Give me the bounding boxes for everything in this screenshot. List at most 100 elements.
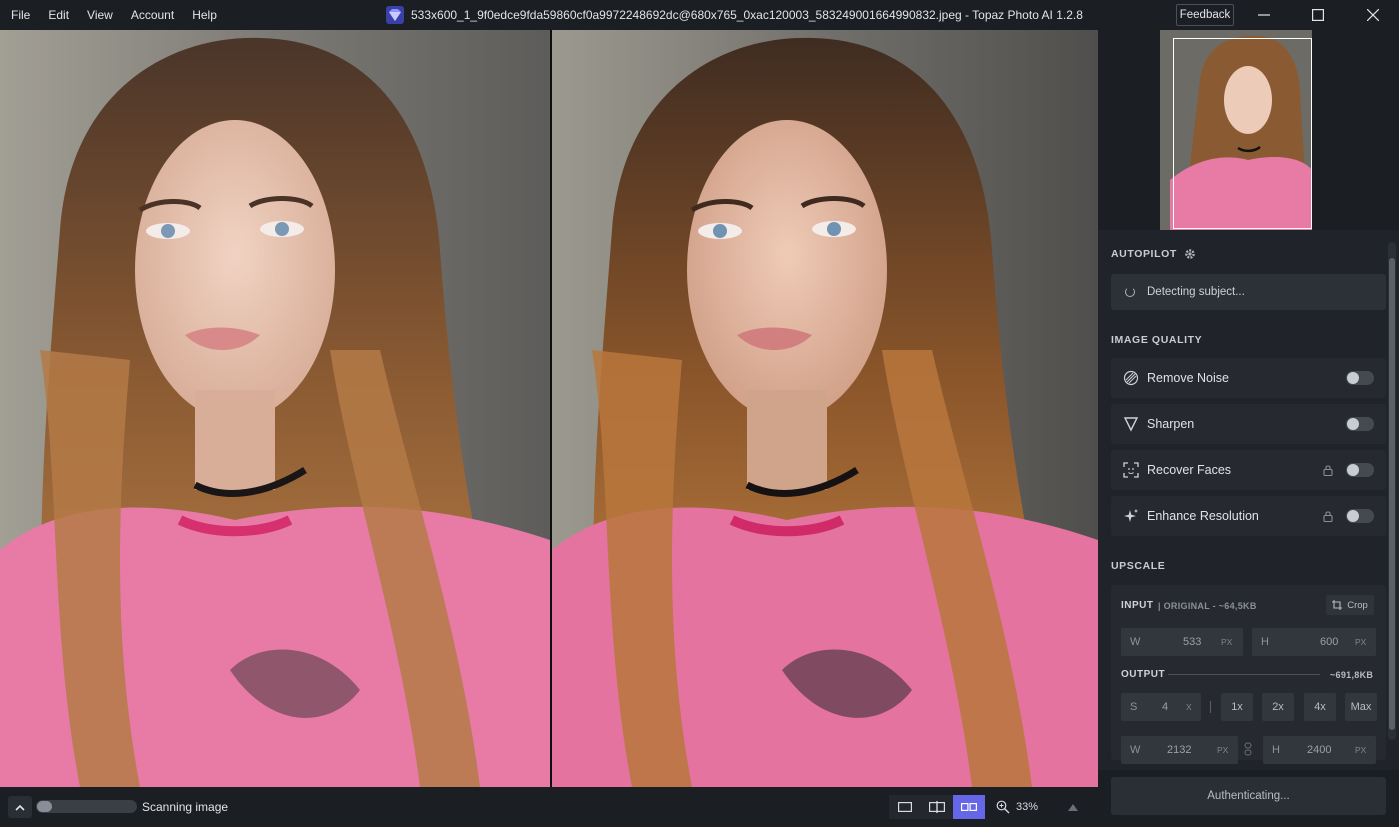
recover-faces-icon — [1123, 462, 1139, 478]
feature-label: Sharpen — [1147, 417, 1195, 431]
output-height-value: 2400 — [1307, 744, 1332, 756]
autopilot-label: AUTOPILOT — [1111, 248, 1177, 260]
input-width-field[interactable]: W 533 PX — [1121, 628, 1243, 656]
crop-button[interactable]: Crop — [1326, 595, 1374, 615]
menu-bar: File Edit View Account Help — [0, 0, 226, 30]
preset-2x-button[interactable]: 2x — [1262, 693, 1294, 721]
output-label: OUTPUT — [1121, 669, 1166, 680]
recover-faces-toggle[interactable] — [1346, 463, 1374, 477]
autopilot-status-text: Detecting subject... — [1147, 286, 1245, 298]
single-view-button[interactable] — [889, 795, 921, 819]
minimize-icon — [1258, 14, 1270, 16]
input-label: INPUT — [1121, 600, 1154, 611]
title-bar: File Edit View Account Help 533x600_1_9f… — [0, 0, 1399, 30]
navigator[interactable] — [1098, 30, 1399, 230]
single-view-icon — [898, 802, 912, 812]
feedback-button[interactable]: Feedback — [1176, 4, 1234, 26]
sharpen-toggle[interactable] — [1346, 417, 1374, 431]
menu-help[interactable]: Help — [183, 0, 226, 30]
menu-view[interactable]: View — [78, 0, 122, 30]
navigator-viewport-frame[interactable] — [1173, 38, 1312, 229]
maximize-icon — [1312, 9, 1324, 21]
scale-field[interactable]: S 4 X — [1121, 693, 1201, 721]
panel-scroll-area[interactable]: AUTOPILOT Detecting subject... IMAGE QUA… — [1098, 230, 1399, 770]
split-view-icon — [929, 801, 945, 813]
expand-button[interactable] — [8, 796, 32, 818]
upscale-settings: INPUT | ORIGINAL - ~64,5KB Crop W 533 PX… — [1111, 585, 1386, 764]
portrait-processed-image — [552, 30, 1098, 787]
split-view-button[interactable] — [921, 795, 953, 819]
input-width-value: 533 — [1183, 636, 1202, 648]
lock-icon — [1323, 511, 1333, 522]
maximize-button[interactable] — [1295, 0, 1341, 30]
input-height-prefix: H — [1261, 636, 1269, 648]
scan-status-text: Scanning image — [142, 800, 229, 814]
feature-label: Remove Noise — [1147, 371, 1229, 385]
menu-edit[interactable]: Edit — [39, 0, 78, 30]
status-bar: Scanning image 33% — [0, 787, 1098, 827]
original-preview[interactable] — [0, 30, 550, 787]
settings-panel: AUTOPILOT Detecting subject... IMAGE QUA… — [1098, 30, 1399, 827]
authenticating-button[interactable]: Authenticating... — [1111, 777, 1386, 815]
caret-up-icon[interactable] — [1068, 803, 1079, 811]
scale-prefix: S — [1130, 701, 1138, 713]
preset-1x-button[interactable]: 1x — [1221, 693, 1253, 721]
enhance-resolution-toggle[interactable] — [1346, 509, 1374, 523]
chevron-up-icon — [15, 804, 25, 811]
menu-account[interactable]: Account — [122, 0, 183, 30]
feature-label: Enhance Resolution — [1147, 509, 1259, 523]
input-width-prefix: W — [1130, 636, 1141, 648]
input-height-field[interactable]: H 600 PX — [1252, 628, 1376, 656]
feature-label: Recover Faces — [1147, 463, 1232, 477]
gear-icon[interactable] — [1184, 248, 1196, 260]
output-size: ~691,8KB — [1330, 670, 1374, 680]
window-title-text: 533x600_1_9f0edce9fda59860cf0a9972248692… — [411, 8, 1083, 22]
input-width-unit: PX — [1221, 637, 1233, 647]
close-button[interactable] — [1350, 0, 1396, 30]
zoom-level: 33% — [1016, 801, 1039, 813]
output-width-unit: PX — [1217, 745, 1229, 755]
upscale-header: UPSCALE — [1111, 560, 1166, 572]
link-aspect-icon[interactable] — [1243, 742, 1253, 756]
side-by-side-icon — [961, 803, 977, 812]
processed-preview[interactable] — [552, 30, 1098, 787]
output-width-field[interactable]: W 2132 PX — [1121, 736, 1238, 764]
minimize-button[interactable] — [1241, 0, 1287, 30]
feature-recover-faces[interactable]: Recover Faces — [1111, 450, 1386, 490]
autopilot-header: AUTOPILOT — [1111, 248, 1196, 260]
scale-unit: X — [1186, 702, 1192, 712]
enhance-resolution-icon — [1123, 508, 1139, 524]
side-by-side-view-button[interactable] — [953, 795, 985, 819]
panel-scrollbar-thumb[interactable] — [1389, 258, 1395, 730]
zoom-control[interactable]: 33% — [996, 795, 1090, 819]
remove-noise-icon — [1123, 370, 1139, 386]
feature-remove-noise[interactable]: Remove Noise — [1111, 358, 1386, 398]
output-height-prefix: H — [1272, 744, 1280, 756]
autopilot-status: Detecting subject... — [1111, 274, 1386, 310]
view-mode-toggle — [889, 795, 985, 819]
scale-value: 4 — [1162, 701, 1169, 713]
zoom-icon — [996, 800, 1010, 814]
feature-sharpen[interactable]: Sharpen — [1111, 404, 1386, 444]
menu-file[interactable]: File — [2, 0, 39, 30]
output-divider — [1168, 674, 1320, 675]
close-icon — [1367, 9, 1379, 21]
portrait-original-image — [0, 30, 550, 787]
topaz-logo-icon — [386, 6, 404, 24]
input-height-value: 600 — [1320, 636, 1339, 648]
crop-label: Crop — [1347, 599, 1368, 611]
input-height-unit: PX — [1355, 637, 1367, 647]
image-quality-header: IMAGE QUALITY — [1111, 334, 1203, 346]
preview-canvas[interactable] — [0, 30, 1098, 787]
output-width-value: 2132 — [1167, 744, 1192, 756]
output-height-field[interactable]: H 2400 PX — [1263, 736, 1376, 764]
sharpen-icon — [1123, 416, 1139, 432]
output-width-prefix: W — [1130, 744, 1141, 756]
preset-max-button[interactable]: Max — [1345, 693, 1377, 721]
feature-enhance-resolution[interactable]: Enhance Resolution — [1111, 496, 1386, 536]
remove-noise-toggle[interactable] — [1346, 371, 1374, 385]
lock-icon — [1323, 465, 1333, 476]
scan-progress-indicator — [37, 801, 52, 812]
preset-4x-button[interactable]: 4x — [1304, 693, 1336, 721]
crop-icon — [1332, 600, 1343, 610]
